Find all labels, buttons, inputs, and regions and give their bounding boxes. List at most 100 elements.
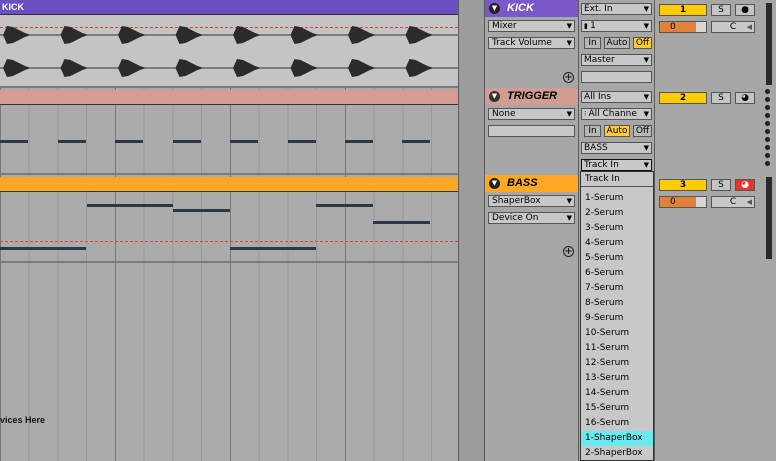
- fold-toggle-icon[interactable]: ▼: [489, 178, 500, 189]
- midi-note[interactable]: [316, 204, 373, 207]
- midi-note[interactable]: [0, 140, 28, 143]
- midi-note[interactable]: [230, 247, 316, 250]
- solo-button[interactable]: S: [711, 179, 731, 191]
- midi-note[interactable]: [288, 140, 316, 143]
- track-activator-button[interactable]: 3: [659, 179, 707, 191]
- menu-item[interactable]: 4-Serum: [581, 236, 653, 251]
- automation-line: [0, 241, 458, 242]
- bass-clip[interactable]: [0, 175, 458, 261]
- menu-item[interactable]: 11-Serum: [581, 341, 653, 356]
- chevron-down-icon: ▼: [643, 160, 649, 170]
- track-activator-button[interactable]: 2: [659, 92, 707, 104]
- midi-note[interactable]: [230, 140, 258, 143]
- automation-device-chooser[interactable]: ShaperBox ▼: [488, 195, 575, 207]
- track-bass-header[interactable]: BASS ▼ ShaperBox ▼ Device On ▼ +: [485, 175, 578, 261]
- chevron-down-icon: ▼: [566, 39, 572, 47]
- record-dot-icon[interactable]: ●: [735, 4, 755, 16]
- fold-toggle-icon[interactable]: ▼: [489, 91, 500, 102]
- midi-note[interactable]: [173, 140, 201, 143]
- midi-note[interactable]: [115, 140, 143, 143]
- menu-item[interactable]: 1-ShaperBox: [581, 431, 653, 446]
- monitor-in-button[interactable]: In: [584, 125, 601, 137]
- input-channel-select[interactable]: ⁝ All Channe ▼: [581, 108, 652, 120]
- drop-devices-hint: vices Here: [0, 415, 46, 425]
- chooser-value: ShaperBox: [492, 196, 541, 206]
- volume-value: 0: [670, 22, 676, 32]
- output-type-select[interactable]: BASS ▼: [581, 142, 652, 154]
- arrangement-view[interactable]: KICK vices Here: [0, 0, 458, 461]
- menu-item[interactable]: 9-Serum: [581, 311, 653, 326]
- monitor-auto-button[interactable]: Auto: [604, 37, 630, 49]
- monitor-off-button[interactable]: Off: [633, 125, 652, 137]
- solo-button[interactable]: S: [711, 4, 731, 16]
- track-activator-button[interactable]: 1: [659, 4, 707, 16]
- midi-note[interactable]: [87, 204, 173, 207]
- trigger-clip[interactable]: [0, 88, 458, 173]
- menu-item[interactable]: 13-Serum: [581, 371, 653, 386]
- menu-item[interactable]: 2-ShaperBox: [581, 446, 653, 461]
- input-channel-select[interactable]: ▮ 1 ▼: [581, 20, 652, 32]
- menu-item[interactable]: 16-Serum: [581, 416, 653, 431]
- input-type-select[interactable]: Ext. In ▼: [581, 3, 652, 15]
- kick-waveform: [0, 26, 458, 77]
- add-automation-lane-icon[interactable]: +: [563, 246, 574, 257]
- menu-item[interactable]: 14-Serum: [581, 386, 653, 401]
- menu-item[interactable]: 7-Serum: [581, 281, 653, 296]
- pan-indicator-icon: ◀: [746, 23, 752, 31]
- pan-field[interactable]: C ◀: [711, 21, 755, 33]
- automation-control-chooser[interactable]: Device On ▼: [488, 212, 575, 224]
- menu-item[interactable]: 8-Serum: [581, 296, 653, 311]
- midi-note[interactable]: [0, 247, 86, 250]
- select-value: Track In: [584, 160, 619, 170]
- menu-item[interactable]: 15-Serum: [581, 401, 653, 416]
- midi-note[interactable]: [58, 140, 86, 143]
- input-type-select[interactable]: All Ins ▼: [581, 91, 652, 103]
- midi-note-area: [0, 105, 458, 173]
- menu-item[interactable]: 2-Serum: [581, 206, 653, 221]
- chooser-value: Mixer: [492, 21, 517, 31]
- track-kick-header[interactable]: KICK ▼ Mixer ▼ Track Volume ▼ +: [485, 0, 578, 86]
- output-channel-select[interactable]: Track In ▼: [581, 159, 652, 171]
- divider: [654, 0, 655, 461]
- menu-item[interactable]: 3-Serum: [581, 221, 653, 236]
- midi-note[interactable]: [373, 221, 430, 224]
- pan-field[interactable]: C ◀: [711, 196, 755, 208]
- menu-item[interactable]: 1-Serum: [581, 191, 653, 206]
- solo-button[interactable]: S: [711, 92, 731, 104]
- volume-fill: [660, 22, 696, 32]
- menu-item[interactable]: Track In: [581, 172, 653, 187]
- track-trigger-header[interactable]: TRIGGER ▼ None ▼: [485, 88, 578, 173]
- record-midi-icon[interactable]: ◕: [735, 92, 755, 104]
- midi-note[interactable]: [173, 209, 230, 212]
- automation-device-chooser[interactable]: Mixer ▼: [488, 20, 575, 32]
- menu-item[interactable]: 6-Serum: [581, 266, 653, 281]
- kick-clip[interactable]: KICK: [0, 0, 458, 86]
- select-value: 1: [590, 21, 596, 31]
- volume-field[interactable]: 0: [659, 196, 707, 208]
- output-channel-select[interactable]: [581, 71, 652, 83]
- midi-note[interactable]: [345, 140, 373, 143]
- fold-toggle-icon[interactable]: ▼: [489, 3, 500, 14]
- output-type-select[interactable]: Master ▼: [581, 54, 652, 66]
- monitor-off-button[interactable]: Off: [633, 37, 652, 49]
- chooser-value: Track Volume: [492, 38, 552, 48]
- menu-item[interactable]: 5-Serum: [581, 251, 653, 266]
- record-armed-icon[interactable]: ◕: [735, 179, 755, 191]
- midi-note[interactable]: [402, 140, 430, 143]
- monitor-in-button[interactable]: In: [584, 37, 601, 49]
- menu-item[interactable]: 10-Serum: [581, 326, 653, 341]
- chooser-value: None: [492, 109, 516, 119]
- bass-mixer-section: 3 S ◕ 0 C ◀: [657, 175, 761, 261]
- add-automation-lane-icon[interactable]: +: [563, 72, 574, 83]
- automation-control-chooser[interactable]: [488, 125, 575, 137]
- level-meter: [766, 3, 772, 85]
- monitor-auto-button[interactable]: Auto: [604, 125, 630, 137]
- volume-value: 0: [670, 197, 676, 207]
- automation-device-chooser[interactable]: None ▼: [488, 108, 575, 120]
- kick-io-section: Ext. In ▼ ▮ 1 ▼ In Auto Off Master ▼: [581, 0, 652, 86]
- menu-item[interactable]: 12-Serum: [581, 356, 653, 371]
- volume-field[interactable]: 0: [659, 21, 707, 33]
- automation-control-chooser[interactable]: Track Volume ▼: [488, 37, 575, 49]
- clip-fold-gap: [459, 0, 484, 461]
- output-channel-menu[interactable]: Track In 1-Serum 2-Serum 3-Serum 4-Serum 5-Se…: [580, 171, 654, 461]
